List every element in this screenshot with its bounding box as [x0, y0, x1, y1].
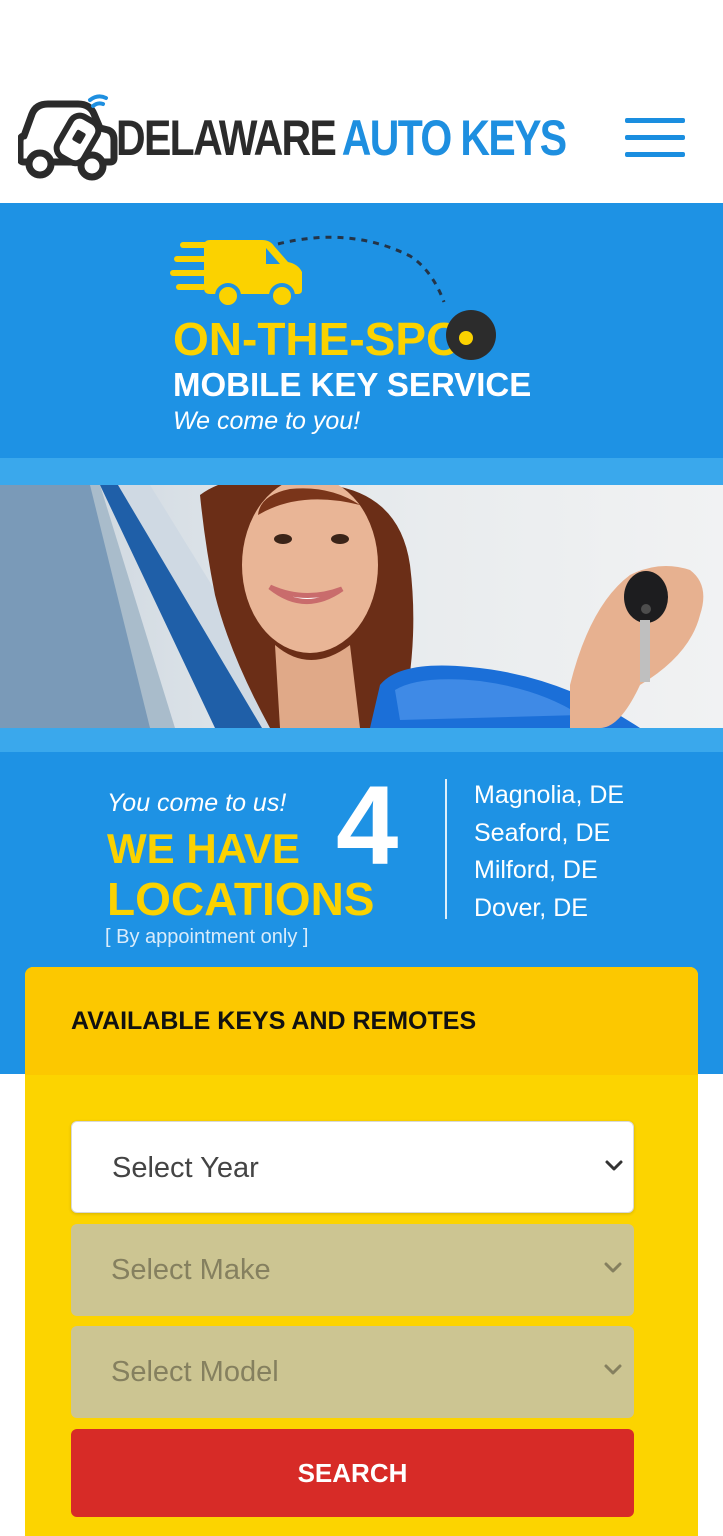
- locations-count: 4: [336, 763, 399, 888]
- chevron-down-icon: [605, 1160, 623, 1171]
- hero-tagline: We come to you!: [173, 407, 361, 435]
- photo-divider-strip: [0, 728, 723, 752]
- select-make-value: Select Make: [111, 1254, 271, 1286]
- locations-divider: [445, 779, 447, 919]
- appointment-note: [ By appointment only ]: [105, 926, 309, 948]
- location-item[interactable]: Dover, DE: [474, 890, 624, 928]
- location-item[interactable]: Seaford, DE: [474, 815, 624, 853]
- site-header: DELAWARE AUTO KEYS: [0, 0, 723, 203]
- brand-wordmark: DELAWARE AUTO KEYS: [116, 110, 567, 166]
- car-key-icon: [18, 94, 118, 181]
- chevron-down-icon: [604, 1262, 622, 1273]
- brand-name-part1: DELAWARE: [116, 110, 337, 166]
- locations-list: Magnolia, DE Seaford, DE Milford, DE Dov…: [474, 777, 624, 927]
- location-item[interactable]: Magnolia, DE: [474, 777, 624, 815]
- keys-search-panel: AVAILABLE KEYS AND REMOTES Select Year S…: [25, 967, 698, 1536]
- hero-headline: ON-THE-SPOT: [173, 313, 490, 365]
- woman-in-car-photo: [0, 485, 723, 728]
- panel-title: AVAILABLE KEYS AND REMOTES: [71, 1007, 477, 1035]
- select-model-dropdown[interactable]: Select Model: [71, 1326, 634, 1418]
- hero-divider-strip: [0, 458, 723, 485]
- select-model-value: Select Model: [111, 1356, 279, 1388]
- woman-in-car-image: [0, 485, 704, 728]
- hamburger-menu-icon[interactable]: [625, 118, 685, 160]
- location-item[interactable]: Milford, DE: [474, 852, 624, 890]
- locations-label: LOCATIONS: [107, 873, 375, 925]
- select-year-dropdown[interactable]: Select Year: [71, 1121, 634, 1213]
- map-pin-icon: [446, 310, 496, 360]
- search-button[interactable]: SEARCH: [71, 1429, 634, 1517]
- select-year-value: Select Year: [112, 1152, 259, 1184]
- hero-subheadline: MOBILE KEY SERVICE: [173, 366, 532, 403]
- brand-name-part2: AUTO KEYS: [341, 110, 567, 166]
- brand-logo[interactable]: DELAWARE AUTO KEYS: [18, 92, 567, 184]
- locations-intro: You come to us!: [107, 789, 287, 817]
- select-make-dropdown[interactable]: Select Make: [71, 1224, 634, 1316]
- chevron-down-icon: [604, 1364, 622, 1375]
- panel-header: AVAILABLE KEYS AND REMOTES: [25, 967, 698, 1075]
- locations-we-have: WE HAVE: [107, 825, 300, 872]
